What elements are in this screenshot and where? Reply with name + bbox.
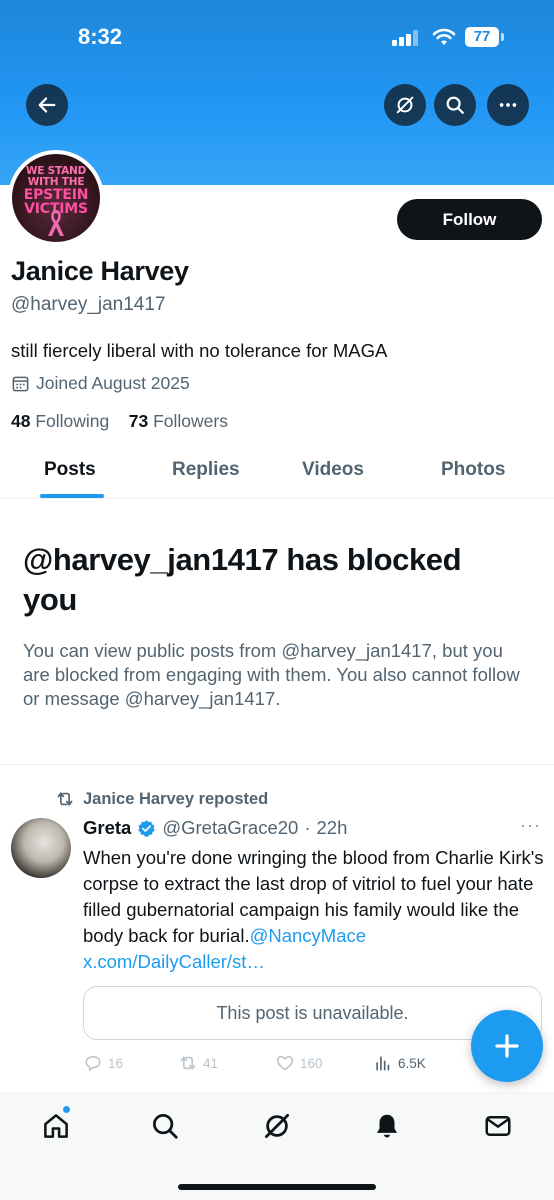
post-time[interactable]: 22h (317, 817, 348, 839)
tweet-header: Greta @GretaGrace20 · 22h (83, 817, 347, 839)
nav-search[interactable] (148, 1109, 182, 1143)
reply-count: 16 (108, 1055, 124, 1071)
reply-icon (85, 1056, 101, 1071)
plus-icon (495, 1034, 519, 1058)
following-link[interactable]: 48 Following (11, 411, 109, 431)
bell-icon (377, 1114, 397, 1138)
follow-stats: 48 Following 73 Followers (11, 411, 228, 432)
view-count: 6.5K (398, 1055, 426, 1071)
views-icon (376, 1056, 390, 1071)
search-icon (446, 96, 464, 114)
like-count: 160 (300, 1055, 323, 1071)
profile-handle: @harvey_jan1417 (11, 294, 166, 315)
nav-notifications[interactable] (370, 1109, 404, 1143)
author-name[interactable]: Greta (83, 817, 131, 839)
reply-button[interactable]: 16 (83, 1053, 123, 1073)
joined-date: Joined August 2025 (11, 373, 190, 394)
arrow-left-icon (38, 97, 56, 113)
tab-posts[interactable]: Posts (44, 459, 96, 481)
ellipsis-icon (499, 103, 517, 107)
post-actions: 16 41 160 6.5K (83, 1053, 523, 1075)
active-tab-indicator (40, 494, 104, 498)
nav-messages[interactable] (481, 1109, 515, 1143)
grok-icon (396, 96, 414, 114)
repost-icon (180, 1056, 196, 1070)
profile-avatar[interactable]: WE STAND WITH THE EPSTEIN VICTIMS (8, 150, 104, 246)
cellular-signal-icon (392, 30, 420, 46)
joined-text: Joined August 2025 (36, 373, 190, 393)
meta-separator: · (304, 817, 311, 838)
repost-count: 41 (203, 1055, 219, 1071)
grok-button[interactable] (384, 84, 426, 126)
status-bar: 8:32 77 (0, 0, 554, 70)
following-label: Following (35, 411, 110, 431)
verified-badge-icon (138, 819, 156, 837)
author-avatar[interactable] (11, 818, 71, 878)
tweet-text[interactable]: When you're done wringing the blood from… (83, 845, 548, 975)
pink-ribbon-icon (48, 210, 64, 236)
follow-button[interactable]: Follow (397, 199, 542, 240)
battery-tip (501, 33, 504, 41)
url-link[interactable]: x.com/DailyCaller/st… (83, 951, 265, 972)
views-button[interactable]: 6.5K (373, 1053, 426, 1073)
divider (0, 764, 554, 765)
tab-photos[interactable]: Photos (441, 459, 505, 481)
tab-replies[interactable]: Replies (172, 459, 240, 481)
home-notification-dot (62, 1105, 71, 1114)
followers-link[interactable]: 73 Followers (129, 411, 228, 431)
profile-bio: still fiercely liberal with no tolerance… (11, 340, 388, 361)
more-button[interactable] (487, 84, 529, 126)
post-more-button[interactable]: ··· (520, 815, 541, 836)
wifi-icon (432, 28, 456, 45)
search-button[interactable] (434, 84, 476, 126)
repost-indicator: Janice Harvey reposted (55, 789, 268, 809)
nav-grok[interactable] (260, 1109, 294, 1143)
back-button[interactable] (26, 84, 68, 126)
followers-label: Followers (153, 411, 228, 431)
blocked-title: @harvey_jan1417 has blocked you (23, 542, 462, 617)
battery-icon: 77 (465, 27, 499, 47)
nav-home[interactable] (39, 1109, 73, 1143)
compose-post-button[interactable] (471, 1010, 543, 1082)
avatar-line: EPSTEIN (23, 187, 89, 203)
home-icon (44, 1114, 68, 1138)
envelope-icon (485, 1116, 511, 1136)
display-name: Janice Harvey (11, 256, 189, 286)
mention-link[interactable]: @NancyMace (250, 925, 366, 946)
repost-icon (57, 792, 73, 806)
heart-icon (276, 1056, 294, 1071)
like-button[interactable]: 160 (275, 1053, 323, 1073)
calendar-icon (12, 376, 29, 392)
following-count: 48 (11, 411, 31, 431)
grok-icon (265, 1114, 289, 1138)
blocked-message: You can view public posts from @harvey_j… (23, 640, 520, 709)
tab-videos[interactable]: Videos (302, 459, 364, 481)
status-time: 8:32 (78, 24, 123, 49)
author-handle[interactable]: @GretaGrace20 (162, 817, 298, 839)
search-icon (153, 1114, 178, 1139)
repost-button[interactable]: 41 (178, 1053, 218, 1073)
home-indicator (178, 1184, 376, 1190)
repost-label: Janice Harvey reposted (83, 789, 269, 808)
profile-tabs: Posts Replies Videos Photos (0, 448, 554, 499)
followers-count: 73 (128, 411, 149, 431)
